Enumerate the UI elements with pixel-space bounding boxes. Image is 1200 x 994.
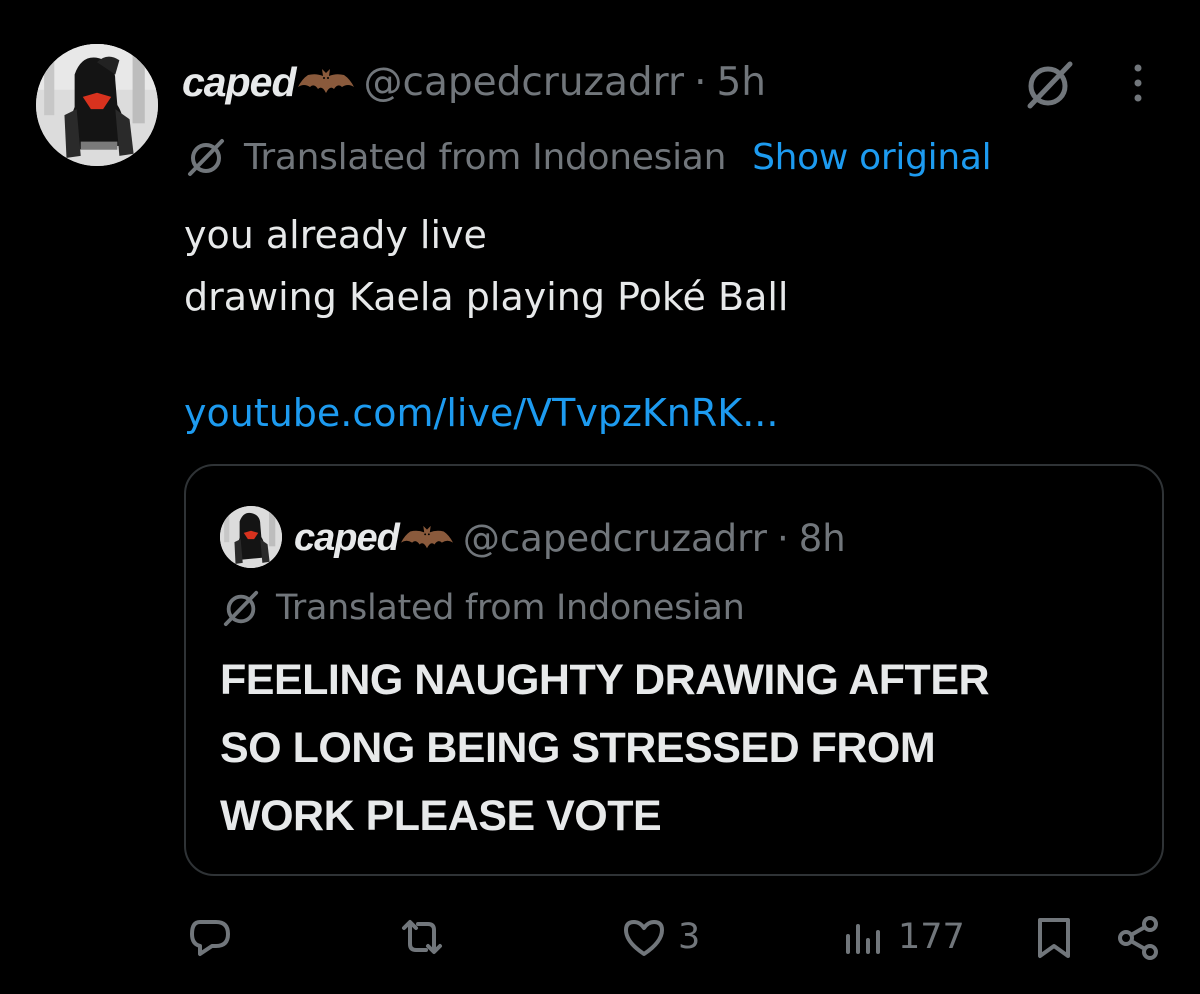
quote-tweet-card[interactable]: caped @capedcruzadrr · 8h Translated fro… xyxy=(184,464,1164,876)
bookmark-button[interactable] xyxy=(1030,912,1078,962)
quote-translation-line: Translated from Indonesian xyxy=(220,584,745,632)
bat-emoji-icon xyxy=(400,524,453,552)
post-text-line-2: drawing Kaela playing Poké Ball xyxy=(184,275,789,319)
grok-icon[interactable] xyxy=(1022,58,1078,110)
post-text: you already live drawing Kaela playing P… xyxy=(184,204,788,328)
more-icon[interactable] xyxy=(1120,60,1156,106)
post-link[interactable]: youtube.com/live/VTvpzKnRK... xyxy=(184,382,778,444)
translation-label: Translated from Indonesian xyxy=(244,136,727,178)
views-button[interactable]: 177 xyxy=(840,912,965,962)
quote-avatar[interactable] xyxy=(220,506,282,568)
quote-timestamp[interactable]: 8h xyxy=(799,517,846,560)
share-button[interactable] xyxy=(1114,912,1162,962)
separator-dot: · xyxy=(694,59,707,105)
like-icon xyxy=(620,914,668,960)
translate-icon xyxy=(220,589,262,627)
reply-icon xyxy=(186,914,234,960)
like-count: 3 xyxy=(678,917,701,957)
share-icon xyxy=(1114,914,1162,960)
quote-text: FEELING NAUGHTY DRAWING AFTER SO LONG BE… xyxy=(220,656,990,840)
avatar[interactable] xyxy=(36,44,158,166)
show-original-link[interactable]: Show original xyxy=(752,137,992,178)
translation-line: Translated from Indonesian Show original xyxy=(184,132,992,182)
reply-button[interactable] xyxy=(186,912,244,962)
views-icon xyxy=(840,914,888,960)
views-count: 177 xyxy=(898,917,965,957)
repost-button[interactable] xyxy=(398,912,456,962)
quote-translation-label: Translated from Indonesian xyxy=(276,588,745,628)
bookmark-icon xyxy=(1030,914,1078,960)
repost-icon xyxy=(398,914,446,960)
like-button[interactable]: 3 xyxy=(620,912,700,962)
quote-display-name[interactable]: caped xyxy=(294,517,400,560)
post-text-line-1: you already live xyxy=(184,213,487,257)
handle[interactable]: @capedcruzadrr xyxy=(364,60,685,105)
bat-emoji-icon xyxy=(297,67,354,97)
post-header: caped @capedcruzadrr · 5h xyxy=(182,52,766,112)
quote-header: caped @capedcruzadrr · 8h xyxy=(294,510,846,566)
tweet: caped @capedcruzadrr · 5h Translated fro… xyxy=(0,0,1200,994)
quote-separator-dot: · xyxy=(776,516,789,560)
translate-icon xyxy=(184,137,228,177)
quote-handle[interactable]: @capedcruzadrr xyxy=(463,517,767,560)
display-name[interactable]: caped xyxy=(182,59,296,106)
timestamp[interactable]: 5h xyxy=(716,60,766,105)
